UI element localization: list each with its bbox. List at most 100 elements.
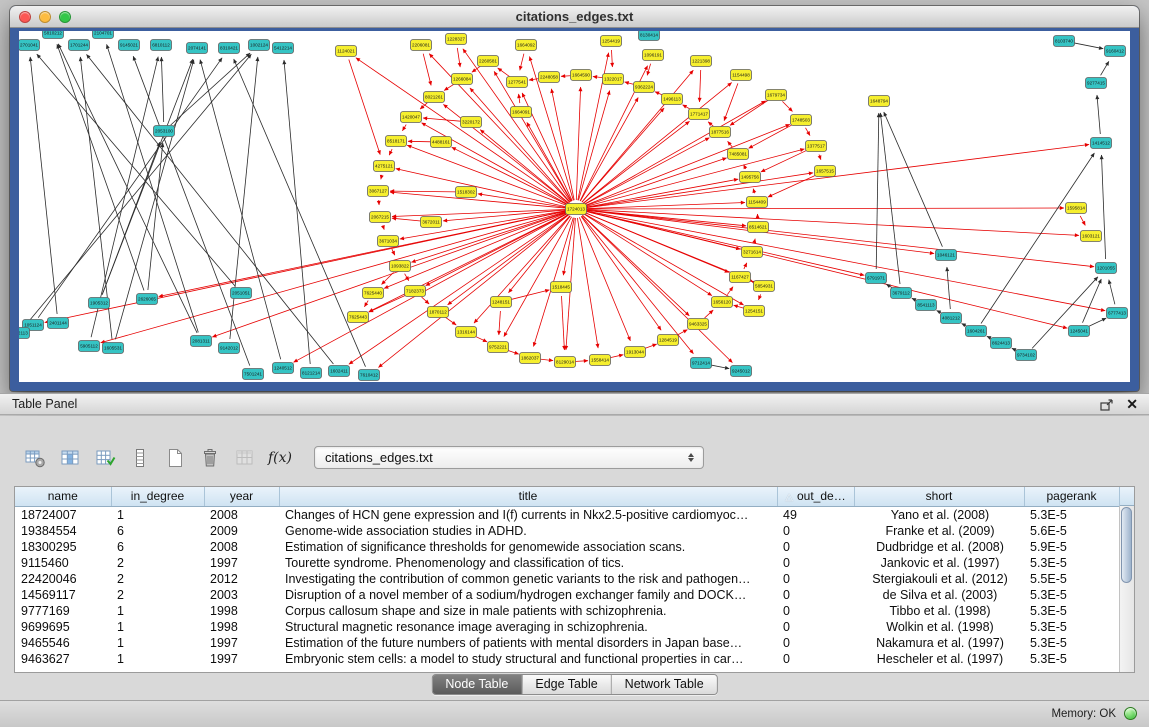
graph-node[interactable]: 2074141 <box>187 43 208 54</box>
graph-node[interactable]: 1154409 <box>747 197 768 208</box>
graph-node[interactable]: 1316144 <box>456 327 477 338</box>
graph-node[interactable]: 3271614 <box>742 247 763 258</box>
graph-node[interactable]: 8624413 <box>991 338 1012 349</box>
graph-node[interactable]: 1664091 <box>511 107 532 118</box>
graph-node[interactable]: 1771417 <box>689 109 710 120</box>
graph-node[interactable]: 5854931 <box>754 281 775 292</box>
graph-node[interactable]: 1496113 <box>662 94 683 105</box>
graph-node[interactable]: 1862037 <box>520 353 541 364</box>
graph-node[interactable]: 1595814 <box>1066 203 1087 214</box>
graph-node[interactable]: 1277541 <box>507 77 528 88</box>
graph-node[interactable]: 9362224 <box>634 82 655 93</box>
graph-node[interactable]: 1603121 <box>1081 231 1102 242</box>
table-row[interactable]: 911546021997Tourette syndrome. Phenomeno… <box>15 555 1119 571</box>
graph-node[interactable]: 1154498 <box>731 70 752 81</box>
graph-node[interactable]: 9142012 <box>219 343 240 354</box>
column-header[interactable]: title <box>279 487 777 506</box>
graph-node[interactable]: 3671034 <box>378 236 399 247</box>
graph-node[interactable]: 9712414 <box>691 358 712 369</box>
graph-node[interactable]: 7485081 <box>728 149 749 160</box>
column-header[interactable]: year <box>204 487 279 506</box>
graph-node[interactable]: 1284519 <box>658 335 679 346</box>
graph-node[interactable]: 1518302 <box>456 187 477 198</box>
graph-node[interactable]: 9160412 <box>1105 46 1126 57</box>
tab-node-table[interactable]: Node Table <box>432 675 521 694</box>
graph-node[interactable]: 9734102 <box>1016 350 1037 361</box>
graph-node[interactable]: 8021261 <box>424 92 445 103</box>
graph-node[interactable]: 7501241 <box>243 369 264 380</box>
graph-node[interactable]: 7182373 <box>405 286 426 297</box>
graph-node[interactable]: 1679734 <box>766 90 787 101</box>
graph-node[interactable]: 1046121 <box>936 250 957 261</box>
graph-node[interactable]: 3672011 <box>421 217 442 228</box>
graph-node[interactable]: 4275121 <box>374 161 395 172</box>
graph-node[interactable]: 1201055 <box>1096 263 1117 274</box>
window-titlebar[interactable]: citations_edges.txt <box>10 6 1139 28</box>
network-canvas[interactable]: 1724013226058112660848021261142004785181… <box>19 31 1130 382</box>
graph-node[interactable]: 3067127 <box>368 186 389 197</box>
graph-node[interactable]: 6791971 <box>866 273 887 284</box>
graph-node[interactable]: 1240512 <box>273 363 294 374</box>
column-header[interactable]: △out_de… <box>777 487 854 506</box>
graph-node[interactable]: 2081311 <box>191 336 212 347</box>
graph-node[interactable]: 2260581 <box>478 56 499 67</box>
show-columns-button[interactable] <box>57 445 83 471</box>
graph-node[interactable]: 1248151 <box>491 297 512 308</box>
graph-node[interactable]: 2206081 <box>411 40 432 51</box>
row-options-button[interactable] <box>127 445 153 471</box>
graph-node[interactable]: 9752221 <box>488 342 509 353</box>
graph-node[interactable]: 1664590 <box>571 70 592 81</box>
edit-columns-button[interactable] <box>92 445 118 471</box>
graph-node[interactable]: 7625443 <box>348 312 369 323</box>
graph-node[interactable]: 2051051 <box>231 288 252 299</box>
graph-node[interactable]: 7625440 <box>363 288 384 299</box>
graph-node[interactable]: 1604261 <box>966 326 987 337</box>
graph-node[interactable]: 1748503 <box>791 115 812 126</box>
graph-node[interactable]: 8541113 <box>916 300 937 311</box>
graph-node[interactable]: 1228327 <box>446 34 467 45</box>
graph-node[interactable]: 1096191 <box>643 50 664 61</box>
graph-node[interactable]: 4488161 <box>431 137 452 148</box>
graph-node[interactable]: 9463325 <box>688 319 709 330</box>
graph-node[interactable]: 9277415 <box>1086 78 1107 89</box>
graph-node[interactable]: 8310421 <box>219 43 240 54</box>
graph-node[interactable]: 1124021 <box>336 46 357 57</box>
float-panel-button[interactable] <box>1099 397 1115 413</box>
graph-node[interactable]: 4081212 <box>941 313 962 324</box>
table-row[interactable]: 969969511998Structural magnetic resonanc… <box>15 619 1119 635</box>
table-row[interactable]: 946362711997Embryonic stem cells: a mode… <box>15 651 1119 667</box>
graph-node[interactable]: 1913044 <box>625 347 646 358</box>
graph-node[interactable]: 1701244 <box>69 40 90 51</box>
graph-node[interactable]: 9245012 <box>731 366 752 377</box>
graph-node[interactable]: 1664092 <box>516 40 537 51</box>
graph-node[interactable]: 1254151 <box>744 306 765 317</box>
graph-node[interactable]: 5810212 <box>43 31 64 39</box>
graph-node[interactable]: 8514621 <box>748 222 769 233</box>
graph-node[interactable]: 6777413 <box>1107 308 1128 319</box>
table-row[interactable]: 1456911722003Disruption of a novel membe… <box>15 587 1119 603</box>
table-row[interactable]: 1938455462009Genome-wide association stu… <box>15 523 1119 539</box>
graph-node[interactable]: 7610412 <box>359 370 380 381</box>
graph-node[interactable]: 1167427 <box>730 272 751 283</box>
graph-node[interactable]: 1648794 <box>869 96 890 107</box>
new-column-button[interactable] <box>162 445 188 471</box>
column-header[interactable]: in_degree <box>111 487 204 506</box>
graph-node[interactable]: 1495756 <box>740 172 761 183</box>
traffic-light-close-button[interactable] <box>19 11 31 23</box>
graph-node[interactable]: 1377517 <box>806 141 827 152</box>
graph-node[interactable]: 2401144 <box>48 318 69 329</box>
graph-node[interactable]: 1905312 <box>89 298 110 309</box>
graph-node[interactable]: 9145021 <box>119 40 140 51</box>
graph-node[interactable]: 1724013 <box>566 204 587 215</box>
graph-node[interactable]: 3679112 <box>891 288 912 299</box>
table-mode-button[interactable] <box>22 445 48 471</box>
graph-node[interactable]: 1558414 <box>590 355 611 366</box>
graph-node[interactable]: 1002124 <box>249 40 270 51</box>
table-row[interactable]: 977716911998Corpus callosum shape and si… <box>15 603 1119 619</box>
graph-node[interactable]: 1266084 <box>452 74 473 85</box>
graph-node[interactable]: 6810112 <box>151 40 172 51</box>
graph-node[interactable]: 2104701 <box>93 31 114 39</box>
function-builder-button[interactable]: f(x) <box>267 445 293 471</box>
graph-node[interactable]: 1870112 <box>428 307 449 318</box>
graph-node[interactable]: 8129014 <box>555 357 576 368</box>
